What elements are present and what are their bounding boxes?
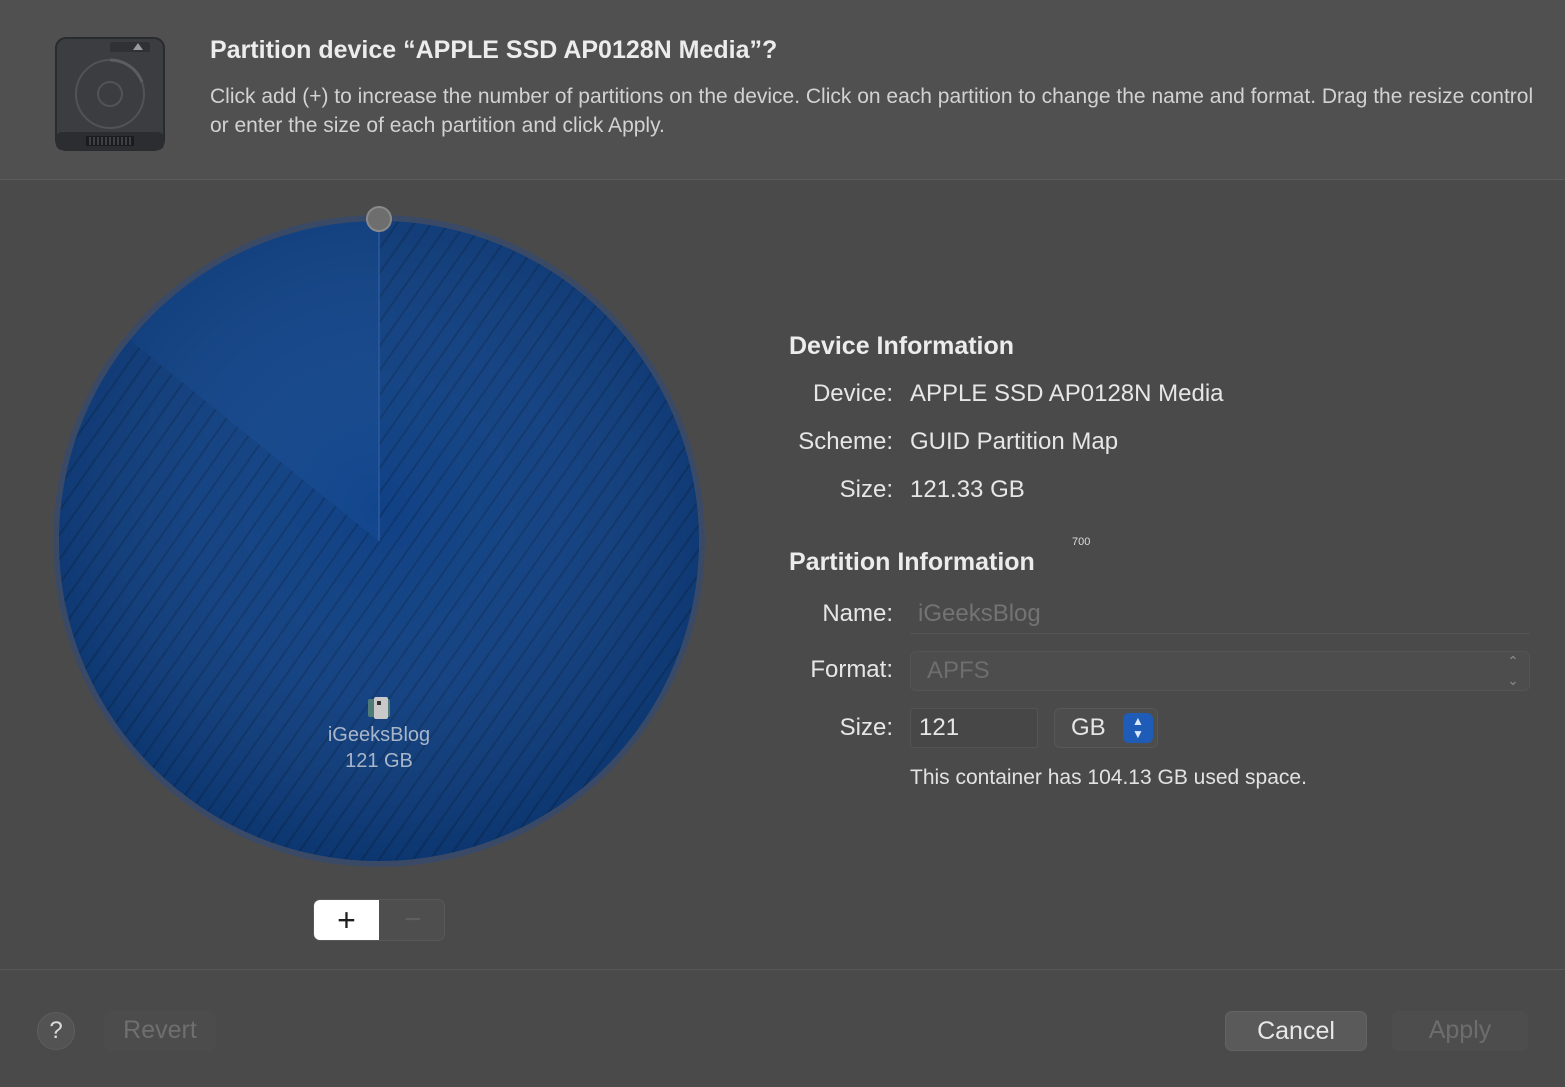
scheme-label: Scheme: [798, 428, 893, 455]
partition-size-label-text: Size: [839, 714, 893, 741]
used-space-text: This container has 104.13 GB used space. [910, 766, 1307, 789]
revert-button[interactable]: Revert [104, 1011, 216, 1051]
stray-label: 700 [1072, 536, 1091, 548]
resize-handle[interactable] [366, 206, 392, 232]
dialog-description: Click add (+) to increase the number of … [210, 85, 1534, 137]
partition-name-field[interactable]: iGeeksBlog [910, 596, 1530, 634]
format-select[interactable]: APFS ⌃ ⌄ [910, 651, 1530, 691]
partition-name-label: iGeeksBlog [327, 724, 431, 746]
chevron-updown-icon: ⌃ ⌄ [1507, 653, 1519, 688]
device-size-label: Size: [839, 476, 893, 503]
dialog-title: Partition device “APPLE SSD AP0128N Medi… [210, 36, 778, 64]
scheme-value: GUID Partition Map [910, 428, 1119, 455]
partition-size-label: 121 GB [345, 750, 413, 772]
name-label: Name: [822, 600, 893, 627]
partition-stepper: + − [313, 899, 445, 941]
sheet-header: Partition device “APPLE SSD AP0128N Medi… [0, 0, 1565, 180]
partition-info-heading: Partition Information [789, 548, 1035, 576]
device-value: APPLE SSD AP0128N Media [910, 380, 1224, 407]
apply-button[interactable]: Apply [1392, 1011, 1528, 1051]
size-unit-select[interactable]: GB ▲ ▼ [1054, 708, 1158, 748]
hard-drive-icon [55, 37, 165, 151]
updown-arrows-icon: ▲ ▼ [1123, 713, 1153, 743]
cancel-button[interactable]: Cancel [1225, 1011, 1367, 1051]
size-unit-value: GB [1071, 714, 1106, 741]
device-label: Device: [812, 380, 893, 407]
volume-icon [368, 697, 390, 719]
format-label: Format: [810, 656, 893, 683]
help-button[interactable]: ? [37, 1012, 75, 1050]
device-info-heading: Device Information [789, 332, 1015, 360]
partition-size-input[interactable]: 121 [910, 708, 1038, 748]
add-partition-button[interactable]: + [314, 900, 379, 940]
device-size-value: 121.33 GB [910, 476, 1025, 503]
format-value: APFS [927, 657, 990, 684]
remove-partition-button[interactable]: − [380, 900, 444, 940]
